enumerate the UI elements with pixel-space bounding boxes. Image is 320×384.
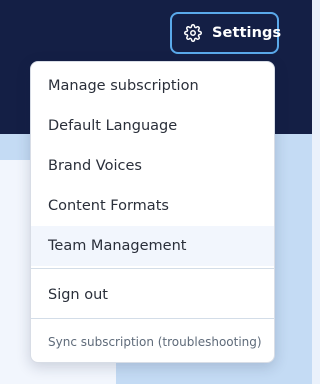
menu-item-content-formats[interactable]: Content Formats bbox=[31, 186, 274, 226]
menu-item-sign-out[interactable]: Sign out bbox=[31, 275, 274, 315]
settings-dropdown-menu: Manage subscription Default Language Bra… bbox=[30, 61, 275, 363]
menu-divider bbox=[31, 268, 274, 269]
menu-divider bbox=[31, 318, 274, 319]
menu-item-default-language[interactable]: Default Language bbox=[31, 106, 274, 146]
menu-item-brand-voices[interactable]: Brand Voices bbox=[31, 146, 274, 186]
settings-button[interactable]: Settings bbox=[170, 12, 282, 54]
gear-icon bbox=[184, 24, 202, 42]
settings-button-label: Settings bbox=[212, 25, 282, 41]
menu-item-manage-subscription[interactable]: Manage subscription bbox=[31, 66, 274, 106]
menu-item-team-management[interactable]: Team Management bbox=[31, 226, 274, 266]
menu-item-sync-subscription[interactable]: Sync subscription (troubleshooting) bbox=[31, 322, 274, 362]
